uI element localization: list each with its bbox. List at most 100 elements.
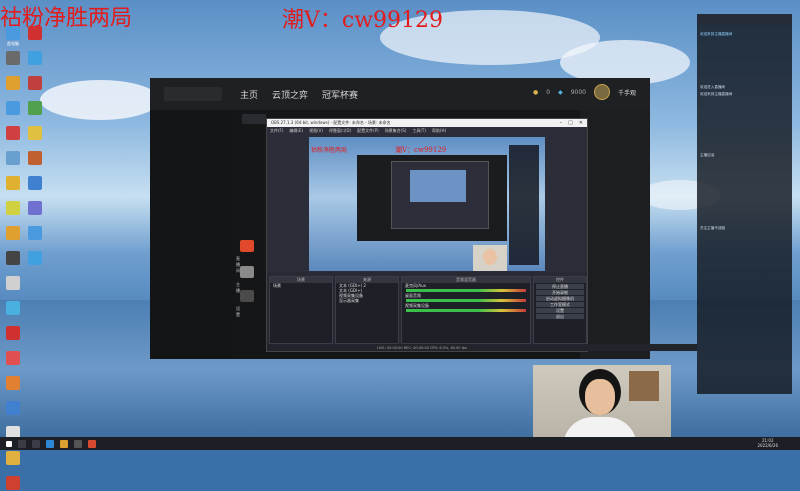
edge-icon[interactable]	[46, 439, 54, 448]
client-account-area: ● 0 ◆ 9000 千手观	[533, 84, 636, 100]
desktop-app-icon	[6, 176, 20, 190]
volume-meter[interactable]	[406, 309, 526, 312]
desktop-app-icon	[6, 401, 20, 415]
desktop-icon[interactable]	[2, 101, 24, 116]
desktop-icon[interactable]	[2, 351, 24, 366]
desktop-app-icon	[28, 126, 42, 140]
minimize-icon[interactable]: –	[560, 120, 563, 126]
desktop-icon-label: 此电脑	[7, 41, 19, 46]
client-tab[interactable]	[242, 114, 266, 124]
nav-home[interactable]: 主页	[240, 88, 258, 101]
webcam-feed	[533, 365, 671, 445]
desktop-icon[interactable]	[24, 26, 46, 41]
start-recording-button[interactable]: 开始录制	[536, 290, 584, 295]
desktop-icon[interactable]	[2, 201, 24, 216]
preview-chat	[509, 145, 539, 265]
maximize-icon[interactable]: □	[568, 120, 573, 126]
coin-icon: ●	[533, 88, 539, 96]
webcam-shelf	[629, 371, 659, 401]
desktop-icon[interactable]	[24, 176, 46, 191]
desktop-icon[interactable]	[24, 251, 46, 266]
desktop-icon[interactable]	[2, 176, 24, 191]
username: 千手观	[617, 89, 636, 97]
search-icon[interactable]	[18, 439, 26, 448]
mixer-channel: 视频采集设备	[405, 303, 429, 308]
desktop-icon[interactable]	[24, 126, 46, 141]
desktop-icon[interactable]	[2, 226, 24, 241]
menu-edit[interactable]: 编辑(E)	[289, 128, 303, 134]
menu-file[interactable]: 文件(F)	[270, 128, 283, 134]
menu-scenes[interactable]: 场景集合(S)	[385, 128, 407, 134]
desktop-app-icon	[6, 201, 20, 215]
obs-menubar: 文件(F) 编辑(E) 视图(V) 停靠窗口(D) 配置文件(P) 场景集合(S…	[267, 127, 587, 134]
obs-statusbar: LIVE: 00:00:00 REC: 00:00:00 CPU: 6.5%, …	[267, 344, 697, 351]
desktop-app-icon	[28, 51, 42, 65]
desktop-app-icon	[28, 101, 42, 115]
desktop-icon[interactable]	[2, 401, 24, 416]
menu-docks[interactable]: 停靠窗口(D)	[329, 128, 351, 134]
desktop-icon[interactable]	[2, 151, 24, 166]
desktop-icon[interactable]	[24, 201, 46, 216]
volume-meter[interactable]	[406, 299, 526, 302]
clock[interactable]: 21:02 2022/6/26	[757, 438, 778, 448]
explorer-icon[interactable]	[60, 439, 68, 448]
desktop-icon[interactable]	[24, 101, 46, 116]
desktop-icon[interactable]	[2, 276, 24, 291]
obs-window[interactable]: OBS 27.1.3 (64-bit, windows) - 配置文件: 未命名…	[266, 118, 697, 352]
nav-cup[interactable]: 冠军杯赛	[322, 88, 358, 101]
game-client-icon[interactable]	[88, 439, 96, 448]
studio-mode-button[interactable]: 工作室模式	[536, 302, 584, 307]
obs-titlebar: OBS 27.1.3 (64-bit, windows) - 配置文件: 未命名…	[267, 119, 587, 127]
client-sidebar: 直播间 主播 设置	[150, 110, 266, 359]
desktop-app-icon	[6, 101, 20, 115]
settings-icon[interactable]	[240, 290, 254, 302]
preview-watermark: 潮V：cw99129	[395, 146, 447, 154]
menu-help[interactable]: 帮助(H)	[432, 128, 446, 134]
obs-docks: 场景 场景 来源 文本 (GDI+) 2 文本 (GDI+) 视频采集设备 显示…	[267, 272, 697, 351]
obs-preview[interactable]: 祜粉净胜两局 潮V：cw99129	[309, 137, 545, 271]
desktop-app-icon	[6, 276, 20, 290]
desktop-icon[interactable]	[2, 126, 24, 141]
desktop-icon[interactable]	[2, 51, 24, 66]
windows-start-icon[interactable]	[6, 440, 12, 447]
scenes-dock: 场景 场景	[269, 276, 333, 344]
desktop-icon[interactable]	[2, 326, 24, 341]
nav-tft[interactable]: 云顶之弈	[272, 88, 308, 101]
preview-face	[483, 249, 497, 265]
desktop-icon[interactable]	[24, 226, 46, 241]
desktop-icon[interactable]	[2, 476, 24, 491]
clock-date: 2022/6/26	[757, 443, 778, 448]
chat-message: 关注主播不迷路	[700, 226, 726, 230]
webcam-face	[585, 379, 615, 415]
desktop-icon[interactable]: 此电脑	[2, 26, 24, 47]
desktop-icon[interactable]	[2, 376, 24, 391]
source-item[interactable]: 显示器采集	[336, 298, 398, 303]
desktop-icon[interactable]	[24, 76, 46, 91]
settings-button[interactable]: 设置	[536, 308, 584, 313]
desktop-icon[interactable]	[24, 151, 46, 166]
app-icon[interactable]	[74, 439, 82, 448]
desktop-app-icon	[6, 301, 20, 315]
avatar[interactable]	[593, 84, 610, 100]
client-header: 主页 云顶之弈 冠军杯赛 ● 0 ◆ 9000 千手观	[150, 78, 650, 110]
streamer-icon[interactable]	[240, 266, 254, 278]
desktop-icon[interactable]	[2, 251, 24, 266]
desktop-icon[interactable]	[2, 451, 24, 466]
desktop-icon[interactable]	[2, 76, 24, 91]
task-view-icon[interactable]	[32, 439, 40, 448]
cloud-shape	[40, 80, 160, 120]
exit-button[interactable]: 退出	[536, 314, 584, 319]
menu-profile[interactable]: 配置文件(P)	[357, 128, 379, 134]
desktop-icon[interactable]	[2, 301, 24, 316]
desktop-icon[interactable]	[24, 51, 46, 66]
scene-item[interactable]: 场景	[270, 283, 332, 288]
virtual-camera-button[interactable]: 启动虚拟摄像机	[536, 296, 584, 301]
menu-tools[interactable]: 工具(T)	[412, 128, 426, 134]
live-room-icon[interactable]	[240, 240, 254, 252]
menu-view[interactable]: 视图(V)	[309, 128, 323, 134]
desktop-app-icon	[28, 26, 42, 40]
close-icon[interactable]: ✕	[579, 120, 583, 126]
stop-streaming-button[interactable]: 停止直播	[536, 284, 584, 289]
mixer-channel: 麦克风/Aux	[405, 283, 426, 288]
volume-meter[interactable]	[406, 289, 526, 292]
